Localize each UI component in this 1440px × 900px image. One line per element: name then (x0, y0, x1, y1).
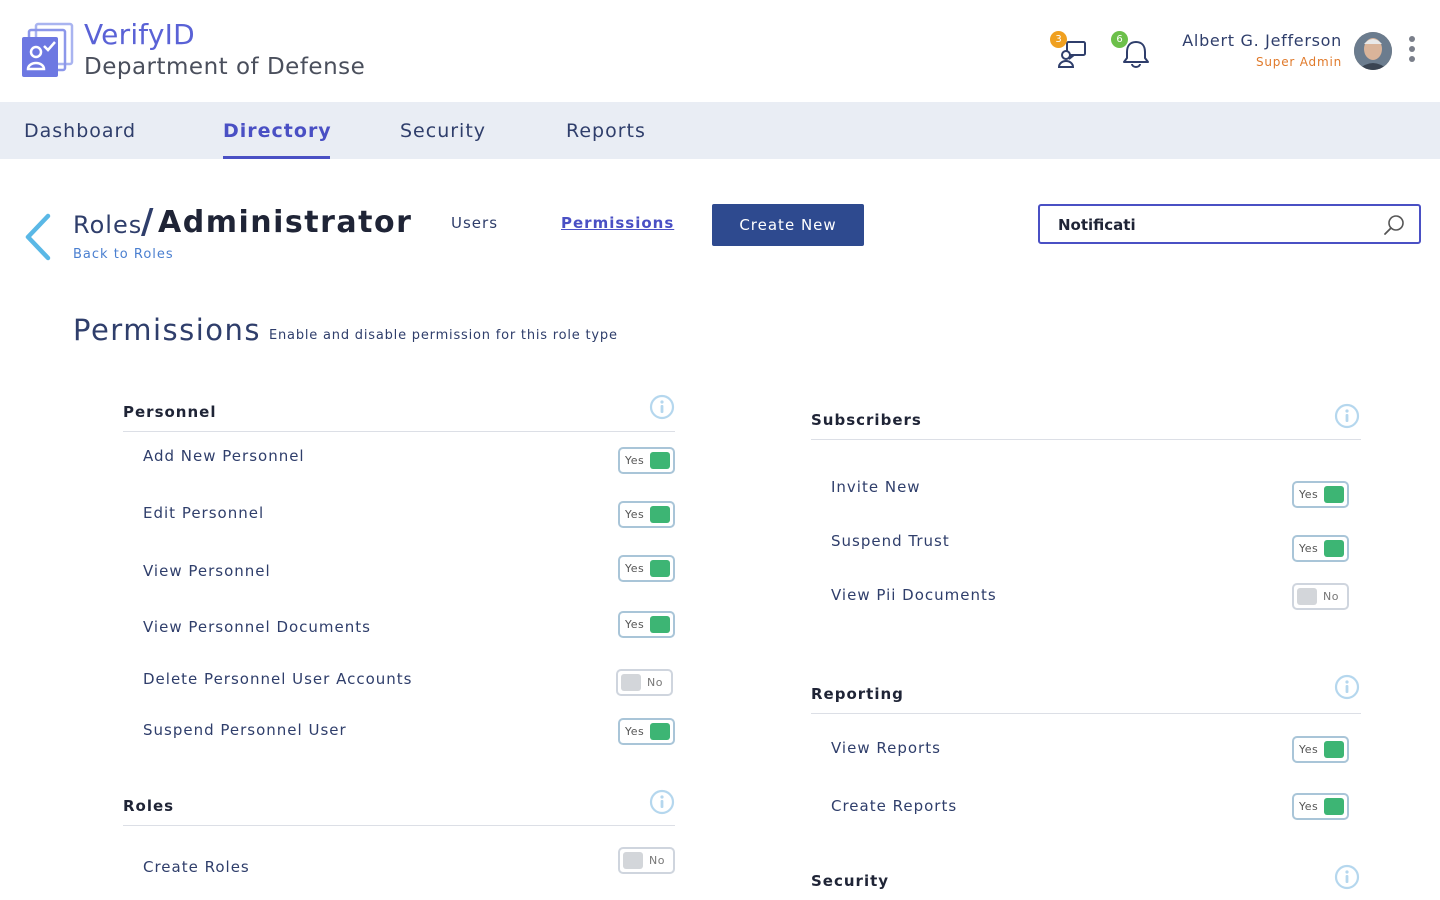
toggle-delete-personnel-user-accounts[interactable]: No (616, 669, 673, 696)
toggle-add-new-personnel[interactable]: Yes (618, 447, 675, 474)
perm-label-suspend-trust: Suspend Trust (831, 532, 950, 550)
section-divider (123, 825, 675, 826)
search-icon[interactable] (1383, 214, 1405, 236)
perm-label-view-reports: View Reports (831, 739, 941, 757)
toggle-knob (1324, 741, 1344, 758)
organization-name: Department of Defense (84, 54, 366, 80)
toggle-state: Yes (625, 508, 645, 521)
info-icon[interactable] (1334, 403, 1360, 429)
notifications-badge: 6 (1111, 31, 1128, 48)
section-title-roles: Roles (123, 797, 175, 815)
perm-label-view-personnel: View Personnel (143, 562, 271, 580)
more-menu-icon[interactable] (1404, 36, 1420, 66)
toggle-state: Yes (1299, 743, 1319, 756)
toggle-state: No (647, 676, 663, 689)
toggle-suspend-trust[interactable]: Yes (1292, 535, 1349, 562)
section-divider (811, 713, 1361, 714)
toggle-state: Yes (1299, 488, 1319, 501)
user-role: Super Admin (1255, 55, 1342, 69)
perm-label-view-personnel-documents: View Personnel Documents (143, 618, 371, 636)
user-name[interactable]: Albert G. Jefferson (1182, 31, 1342, 50)
nav-reports[interactable]: Reports (566, 120, 646, 142)
search-box (1038, 204, 1421, 244)
perm-label-delete-personnel-user-accounts: Delete Personnel User Accounts (143, 670, 413, 688)
create-new-button[interactable]: Create New (712, 204, 864, 246)
perm-label-suspend-personnel-user: Suspend Personnel User (143, 721, 347, 739)
perm-label-create-roles: Create Roles (143, 858, 250, 876)
toggle-knob (650, 723, 670, 740)
toggle-view-pii-documents[interactable]: No (1292, 583, 1349, 610)
toggle-state: No (1323, 590, 1339, 603)
toggle-knob (621, 674, 641, 691)
toggle-knob (650, 616, 670, 633)
section-title-personnel: Personnel (123, 403, 217, 421)
permissions-subtitle: Enable and disable permission for this r… (269, 328, 618, 343)
nav-active-indicator (223, 156, 330, 159)
toggle-invite-new[interactable]: Yes (1292, 481, 1349, 508)
toggle-edit-personnel[interactable]: Yes (618, 501, 675, 528)
toggle-view-personnel[interactable]: Yes (618, 555, 675, 582)
toggle-knob (650, 506, 670, 523)
tab-permissions[interactable]: Permissions (561, 214, 674, 232)
toggle-state: No (649, 854, 665, 867)
perm-label-view-pii-documents: View Pii Documents (831, 586, 997, 604)
toggle-state: Yes (625, 562, 645, 575)
breadcrumb-roles[interactable]: Roles (73, 211, 142, 239)
brand-name: VerifyID (84, 18, 195, 51)
info-icon[interactable] (649, 394, 675, 420)
toggle-state: Yes (1299, 800, 1319, 813)
toggle-knob (623, 852, 643, 869)
perm-label-create-reports: Create Reports (831, 797, 958, 815)
toggle-knob (1324, 540, 1344, 557)
perm-label-add-new-personnel: Add New Personnel (143, 447, 305, 465)
breadcrumb-separator: / (141, 202, 154, 242)
toggle-state: Yes (625, 725, 645, 738)
toggle-knob (1324, 798, 1344, 815)
toggle-suspend-personnel-user[interactable]: Yes (618, 718, 675, 745)
verifyid-logo-icon (22, 22, 74, 77)
permissions-heading: Permissions (73, 313, 262, 347)
toggle-knob (650, 560, 670, 577)
toggle-state: Yes (625, 618, 645, 631)
main-nav: Dashboard Directory Security Reports (0, 102, 1440, 159)
nav-security[interactable]: Security (400, 120, 486, 142)
search-input[interactable] (1058, 214, 1378, 236)
section-divider (811, 439, 1361, 440)
toggle-view-personnel-documents[interactable]: Yes (618, 611, 675, 638)
section-divider (123, 431, 675, 432)
toggle-view-reports[interactable]: Yes (1292, 736, 1349, 763)
toggle-create-roles[interactable]: No (618, 847, 675, 874)
toggle-state: Yes (625, 454, 645, 467)
nav-dashboard[interactable]: Dashboard (24, 120, 136, 142)
info-icon[interactable] (1334, 864, 1360, 890)
app-header: VerifyID Department of Defense 3 6 Alber… (0, 0, 1440, 102)
section-title-subscribers: Subscribers (811, 411, 922, 429)
tab-users[interactable]: Users (451, 214, 498, 232)
section-title-reporting: Reporting (811, 685, 904, 703)
toggle-knob (1324, 486, 1344, 503)
perm-label-edit-personnel: Edit Personnel (143, 504, 265, 522)
toggle-knob (1297, 588, 1317, 605)
back-to-roles-link[interactable]: Back to Roles (73, 247, 174, 262)
toggle-create-reports[interactable]: Yes (1292, 793, 1349, 820)
toggle-state: Yes (1299, 542, 1319, 555)
avatar[interactable] (1354, 32, 1392, 70)
info-icon[interactable] (649, 789, 675, 815)
info-icon[interactable] (1334, 674, 1360, 700)
back-chevron-icon[interactable] (22, 212, 54, 262)
toggle-knob (650, 452, 670, 469)
nav-directory[interactable]: Directory (223, 120, 332, 142)
messages-badge: 3 (1050, 31, 1067, 48)
page-title-role: Administrator (158, 205, 413, 240)
section-title-security: Security (811, 872, 890, 890)
perm-label-invite-new: Invite New (831, 478, 921, 496)
